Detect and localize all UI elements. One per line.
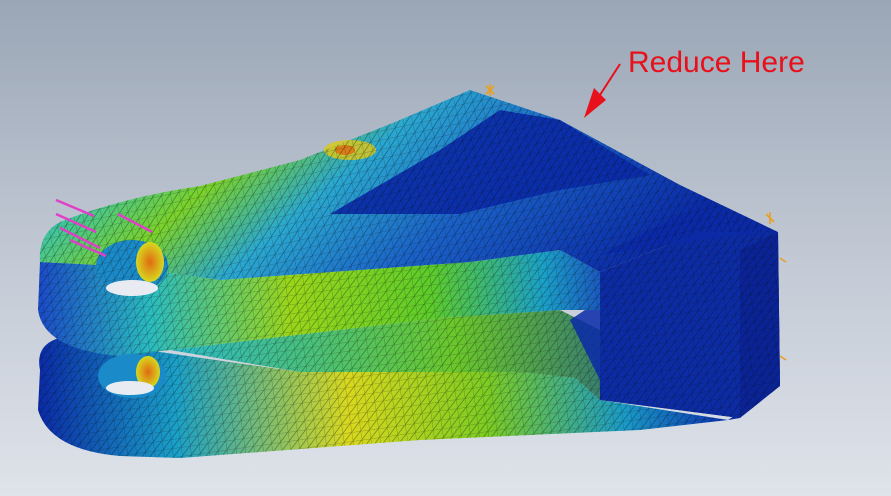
model-viewport[interactable]: Reduce Here [0,0,891,496]
annotation-label: Reduce Here [628,46,805,79]
upper-pin-hole [96,240,168,296]
annotation-arrow [584,63,621,118]
lower-pin-hole [98,354,166,398]
